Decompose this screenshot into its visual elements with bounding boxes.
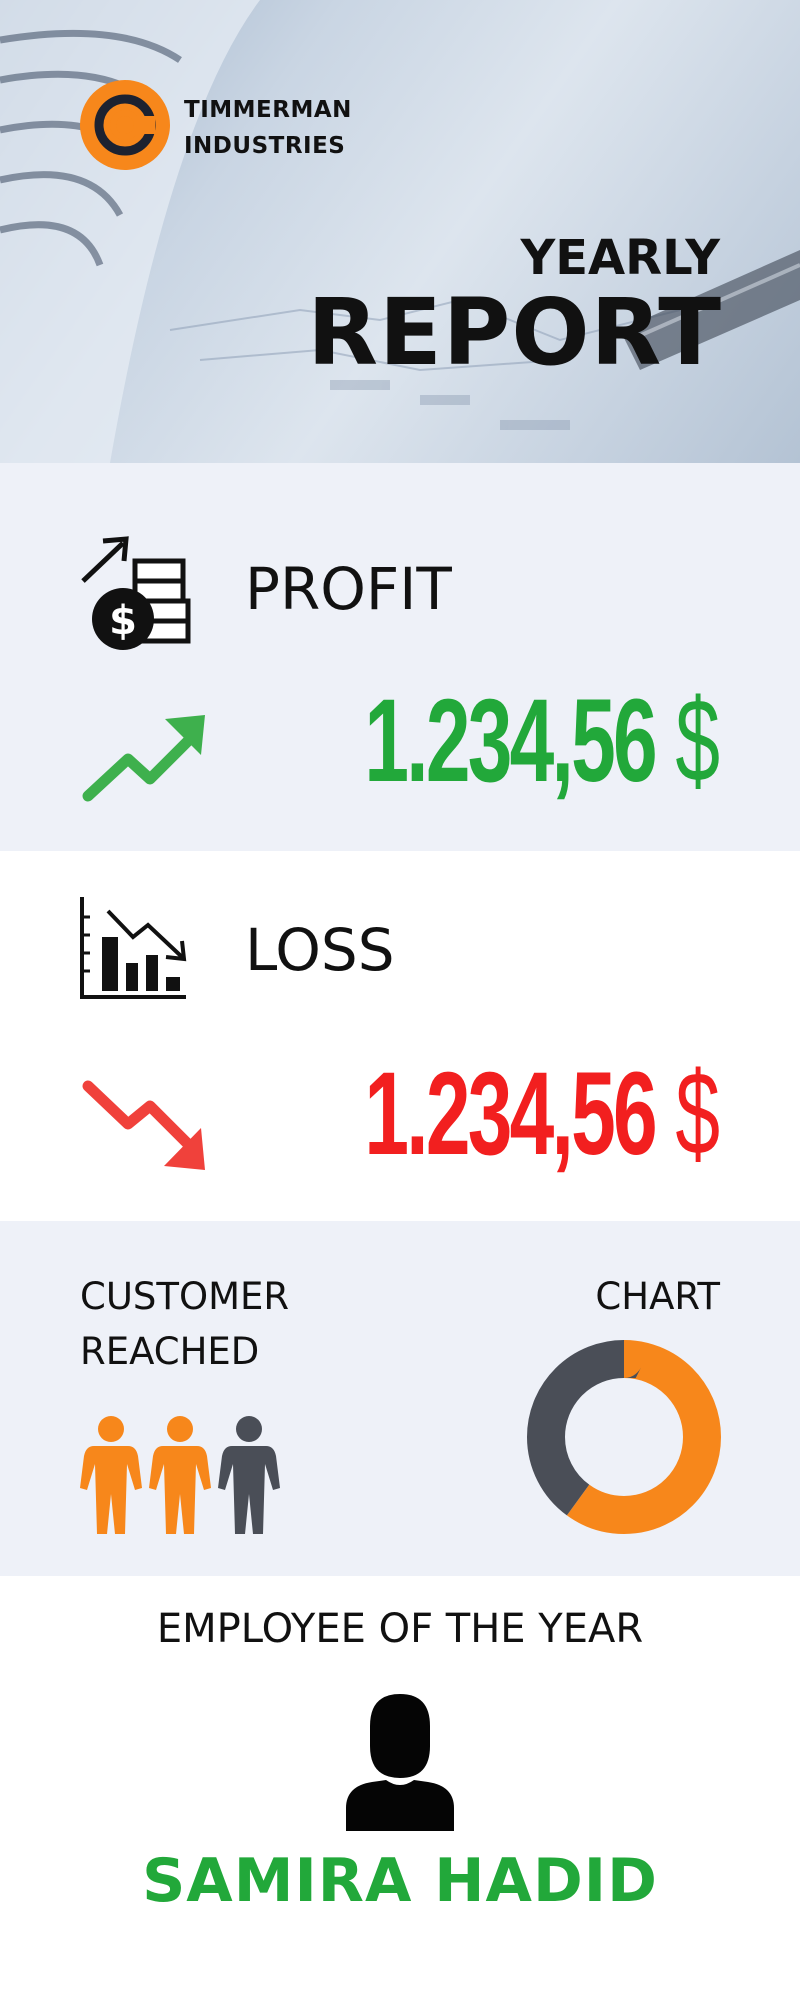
customer-reached-label: CUSTOMER REACHED: [80, 1269, 320, 1379]
customer-label-line2: REACHED: [80, 1330, 260, 1373]
employee-of-year-title: EMPLOYEE OF THE YEAR: [156, 1606, 644, 1652]
bar-chart-down-icon: [78, 897, 190, 1007]
person-icon: [149, 1416, 211, 1534]
company-name-line2: INDUSTRIES: [184, 133, 346, 159]
profit-amount-value: 1.234,56: [364, 675, 657, 807]
svg-text:$: $: [109, 598, 137, 644]
profit-label: PROFIT: [245, 555, 452, 623]
loss-section: LOSS 1.234,56 $: [0, 851, 800, 1221]
customer-section: CUSTOMER REACHED CHART: [0, 1221, 800, 1576]
trend-down-icon: [80, 1076, 210, 1181]
person-icon: [218, 1416, 280, 1534]
employee-section: EMPLOYEE OF THE YEAR SAMIRA HADID: [0, 1576, 800, 2000]
logo-icon: [80, 80, 170, 170]
loss-label: LOSS: [245, 916, 395, 984]
company-name-line1: TIMMERMAN: [184, 97, 352, 123]
person-icon: [80, 1416, 142, 1534]
trend-up-icon: [80, 711, 210, 811]
loss-amount-value: 1.234,56: [364, 1048, 657, 1180]
people-group: [80, 1416, 290, 1541]
avatar-icon: [340, 1686, 460, 1841]
donut-chart: [526, 1339, 722, 1540]
header-banner: TIMMERMAN INDUSTRIES YEARLY REPORT: [0, 0, 800, 463]
report-title: REPORT: [307, 279, 722, 386]
coins-icon: $: [78, 531, 193, 656]
loss-amount: 1.234,56 $: [364, 1046, 720, 1182]
profit-currency: $: [675, 675, 720, 807]
employee-name: SAMIRA HADID: [142, 1846, 658, 1916]
profit-section: $ PROFIT 1.234,56 $: [0, 463, 800, 851]
loss-currency: $: [675, 1048, 720, 1180]
company-name: TIMMERMAN INDUSTRIES: [184, 92, 352, 164]
profit-amount: 1.234,56 $: [364, 673, 720, 809]
chart-label: CHART: [595, 1275, 720, 1318]
customer-label-line1: CUSTOMER: [80, 1275, 290, 1318]
